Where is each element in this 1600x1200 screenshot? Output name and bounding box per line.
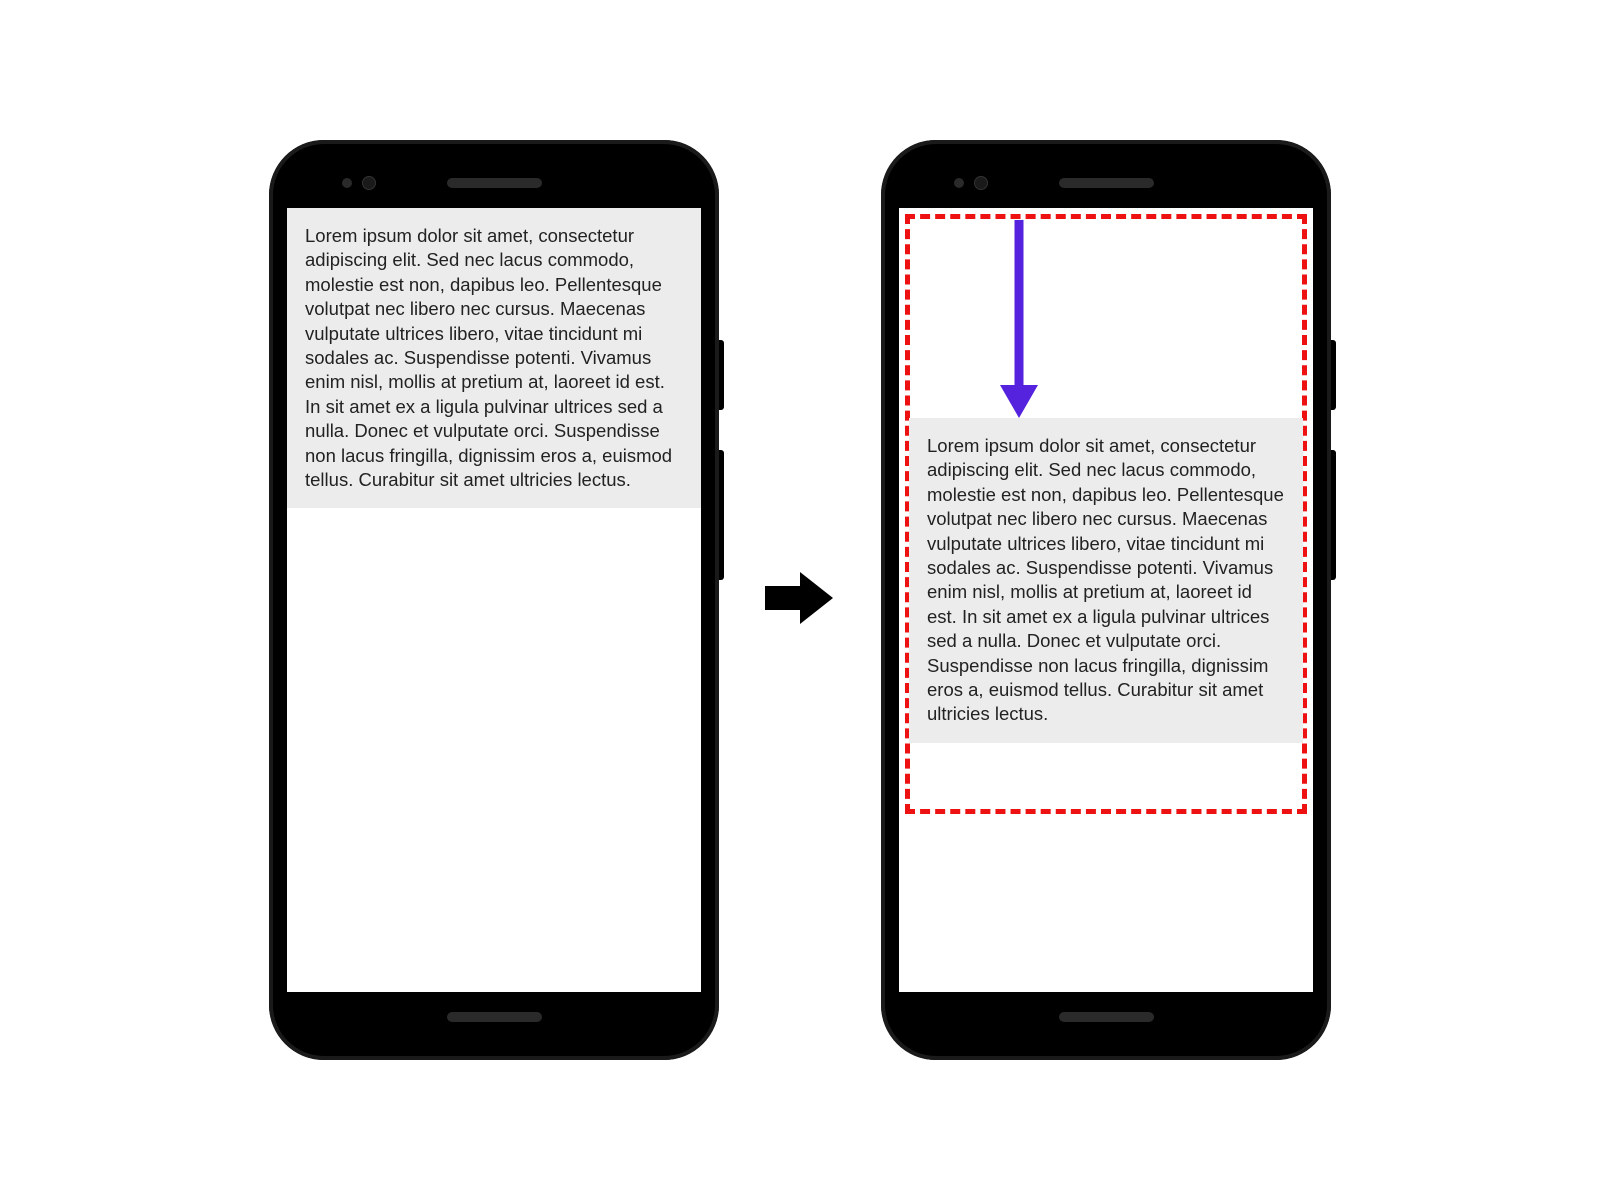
content-text: Lorem ipsum dolor sit amet, consectetur … [287,208,701,508]
earpiece-speaker [1059,178,1154,188]
transition-arrow-icon [765,568,835,633]
phone-bottom-bezel [287,992,701,1042]
sensor-icon [954,178,964,188]
phone-top-bezel [899,158,1313,208]
power-button [719,340,724,410]
volume-button [1331,450,1336,580]
camera-icon [974,176,988,190]
bottom-speaker [447,1012,542,1022]
sensor-icon [342,178,352,188]
power-button [1331,340,1336,410]
camera-icon [362,176,376,190]
phone-before: Lorem ipsum dolor sit amet, consectetur … [269,140,719,1060]
earpiece-speaker [447,178,542,188]
phone-top-bezel [287,158,701,208]
scroll-down-arrow-icon [994,220,1044,425]
screen-before: Lorem ipsum dolor sit amet, consectetur … [287,208,701,992]
volume-button [719,450,724,580]
phone-bottom-bezel [899,992,1313,1042]
phone-after: Lorem ipsum dolor sit amet, consectetur … [881,140,1331,1060]
phone-frame: Lorem ipsum dolor sit amet, consectetur … [287,158,701,1042]
bottom-speaker [1059,1012,1154,1022]
screen-after: Lorem ipsum dolor sit amet, consectetur … [899,208,1313,992]
phone-frame: Lorem ipsum dolor sit amet, consectetur … [899,158,1313,1042]
content-text: Lorem ipsum dolor sit amet, consectetur … [909,418,1303,743]
